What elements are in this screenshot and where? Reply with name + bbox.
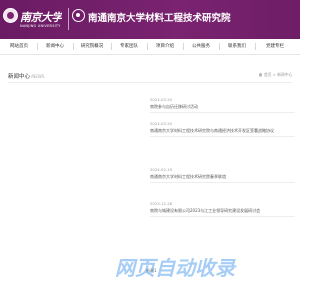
nav-item-overview[interactable]: 研究院概况 (74, 39, 110, 54)
university-seal-icon[interactable] (3, 8, 18, 23)
section-title-en: /NEWS (31, 74, 45, 79)
news-date: 2024-03-20 (150, 121, 173, 126)
nav-item-news[interactable]: 新闻中心 (38, 39, 72, 54)
section-divider (8, 82, 292, 83)
nav-item-home[interactable]: 网站首页 (2, 39, 36, 54)
nav-item-projects[interactable]: 项目介绍 (148, 39, 182, 54)
institute-name: 南通南京大学材料工程技术研究院 (88, 13, 231, 24)
news-title[interactable]: 南院参与自历迁移研讨活动 (150, 104, 295, 110)
nav-item-contact[interactable]: 联系我们 (220, 39, 254, 54)
news-divider (150, 136, 295, 137)
section-title: 新闻中心/NEWS (8, 72, 44, 80)
news-title[interactable]: 南院与城建设有限公司2023与江工业领导研究建设发展研讨会 (150, 208, 295, 214)
nav-item-services[interactable]: 公共服务 (184, 39, 218, 54)
nav-item-party[interactable]: 党建专栏 (256, 39, 294, 54)
site-header: 南京大学 NANJING UNIVERSITY 南通南京大学材料工程技术研究院 (0, 0, 300, 39)
news-divider (150, 216, 295, 217)
nav-item-experts[interactable]: 专家团队 (112, 39, 146, 54)
news-date: 2024-03-20 (150, 97, 173, 102)
news-title[interactable]: 南通南京大学材料工程技术研究院春季联谊 (150, 174, 295, 180)
news-item[interactable]: 2023-12-28 南院与城建设有限公司2023与江工业领导研究建设发展研讨会 (150, 201, 295, 214)
news-item[interactable]: 2024-03-20 南通南京大学材料工程技术研究院与南通经济技术开发区签署战略… (150, 121, 295, 134)
header-divider (68, 8, 69, 30)
institute-seal-icon (72, 9, 85, 22)
news-divider (150, 112, 295, 113)
news-divider (150, 182, 295, 183)
main-nav: 网站首页 新闻中心 研究院概况 专家团队 项目介绍 公共服务 联系我们 党建专栏 (0, 39, 300, 55)
news-title[interactable]: 南通南京大学材料工程技术研究院与南通经济技术开发区签署战略协议 (150, 128, 295, 134)
home-icon[interactable] (258, 72, 263, 77)
news-date: 2023-12-28 (150, 201, 173, 206)
news-item[interactable]: 2024-03-20 南院参与自历迁移研讨活动 (150, 97, 295, 110)
university-logo-text[interactable]: 南京大学 (20, 9, 62, 23)
section-title-cn: 新闻中心 (8, 74, 31, 80)
watermark-text: 网页自动收录 (115, 256, 235, 280)
news-item[interactable]: 2024-02-19 南通南京大学材料工程技术研究院春季联谊 (150, 167, 295, 180)
university-logo-en: NANJING UNIVERSITY (20, 24, 61, 28)
news-date: 2024-02-19 (150, 167, 173, 172)
breadcrumb[interactable]: 首页 > 新闻中心 (264, 72, 298, 78)
